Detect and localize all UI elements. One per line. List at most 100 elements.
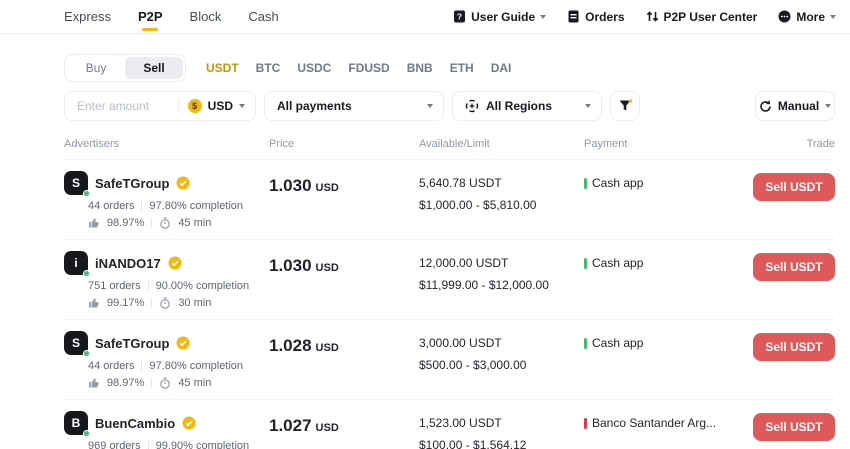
limit-range: $11,999.00 - $12,000.00 [419,278,549,292]
nav-tab-express[interactable]: Express [64,0,111,33]
col-advertisers: Advertisers [64,138,120,150]
advanced-filter-button[interactable] [610,91,640,121]
chevron-down-icon [825,104,832,108]
payment-method: Cash app [592,256,644,270]
regions-filter-dropdown[interactable]: All Regions [452,91,602,121]
payment-method: Cash app [592,176,644,190]
asset-tab-eth[interactable]: ETH [450,61,474,75]
payment-method: Banco Santander Arg... [592,416,717,430]
fiat-currency-select[interactable]: $ USD [179,99,255,113]
guide-book-icon: ? [453,10,466,23]
online-status-dot [83,190,90,197]
chevron-down-icon [540,14,547,19]
avatar[interactable]: S [64,171,90,197]
advertiser-name[interactable]: SafeTGroup [95,176,169,191]
asset-tab-fdusd[interactable]: FDUSD [348,61,389,75]
sell-usdt-button[interactable]: Sell USDT [753,173,835,201]
stopwatch-icon [159,297,171,309]
thumbs-up-icon [88,217,100,229]
advertiser-name[interactable]: iNANDO17 [95,256,161,271]
completion-rate: 97.80% completion [149,200,244,212]
sell-toggle[interactable]: Sell [125,57,183,79]
divider [151,378,153,388]
advertiser-name[interactable]: BuenCambio [95,416,175,431]
price-unit: USD [315,182,339,194]
asset-tab-dai[interactable]: DAI [491,61,512,75]
avatar[interactable]: S [64,331,90,357]
orders-link[interactable]: Orders [567,10,625,24]
chevron-down-icon [239,104,245,108]
asset-tab-usdt[interactable]: USDT [206,61,239,75]
sell-usdt-button[interactable]: Sell USDT [753,413,835,441]
user-center-icon [646,10,659,23]
price-cell: 1.030 USD [269,171,419,229]
divider [151,298,153,308]
divider [151,218,153,228]
available-limit-cell: 1,523.00 USDT $100.00 - $1,564.12 [419,411,584,449]
payment-method: Cash app [592,336,644,350]
payment-cell: Cash app [584,331,753,389]
divider [147,441,149,449]
available-limit-cell: 3,000.00 USDT $500.00 - $3,000.00 [419,331,584,389]
more-link[interactable]: More [778,10,836,24]
advertiser-cell: S SafeTGroup 44 orders 97.80% completion [64,171,269,229]
divider [141,201,143,211]
chevron-down-icon [427,104,433,108]
divider [147,281,149,291]
payment-cell: Cash app [584,171,753,229]
sell-usdt-button[interactable]: Sell USDT [753,253,835,281]
refresh-mode-dropdown[interactable]: Manual [755,91,835,121]
buy-toggle[interactable]: Buy [67,57,125,79]
buy-sell-toggle: Buy Sell [64,54,186,82]
price-cell: 1.027 USD [269,411,419,449]
nav-tab-block[interactable]: Block [190,0,222,33]
price-value: 1.027 [269,416,312,435]
available-amount: 1,523.00 USDT [419,416,502,430]
advertiser-list: S SafeTGroup 44 orders 97.80% completion [64,159,835,449]
p2p-user-center-link[interactable]: P2P User Center [646,10,757,24]
table-row: S SafeTGroup 44 orders 97.80% completion [64,159,835,239]
price-value: 1.030 [269,256,312,275]
amount-filter: $ USD [64,91,256,121]
advertiser-name[interactable]: SafeTGroup [95,336,169,351]
avatar[interactable]: i [64,251,90,277]
thumbs-up-icon [88,297,100,309]
refresh-icon [759,100,772,113]
completion-rate: 99.90% completion [155,440,250,449]
col-trade: Trade [806,138,835,150]
asset-tab-btc[interactable]: BTC [256,61,281,75]
nav-tabs: Express P2P Block Cash [64,0,279,33]
thumbs-up-icon [88,377,100,389]
positive-rating: 98.97% [107,217,145,229]
release-time: 45 min [178,377,212,389]
col-price: Price [269,138,295,150]
available-amount: 12,000.00 USDT [419,256,509,270]
avatar[interactable]: B [64,411,90,437]
more-circle-icon [778,10,791,23]
payments-filter-dropdown[interactable]: All payments [264,91,444,121]
amount-input[interactable] [65,99,178,113]
price-cell: 1.028 USD [269,331,419,389]
sell-usdt-button[interactable]: Sell USDT [753,333,835,361]
user-guide-link[interactable]: ? User Guide [453,10,547,24]
payment-color-bar [584,177,587,189]
order-count: 44 orders [88,200,135,212]
stopwatch-icon [159,217,171,229]
stopwatch-icon [159,377,171,389]
release-time: 30 min [178,297,212,309]
price-value: 1.030 [269,176,312,195]
trade-cell: Sell USDT [753,331,835,389]
nav-links: ? User Guide Orders P2P User Center More [453,10,836,24]
col-payment: Payment [584,138,628,150]
asset-tab-bnb[interactable]: BNB [407,61,433,75]
nav-tab-cash[interactable]: Cash [248,0,278,33]
asset-tab-usdc[interactable]: USDC [297,61,331,75]
price-value: 1.028 [269,336,312,355]
verified-badge-icon [176,336,190,350]
nav-tab-p2p[interactable]: P2P [138,0,163,33]
available-limit-cell: 12,000.00 USDT $11,999.00 - $12,000.00 [419,251,584,309]
available-amount: 3,000.00 USDT [419,336,502,350]
price-cell: 1.030 USD [269,251,419,309]
svg-text:?: ? [457,12,462,22]
trade-cell: Sell USDT [753,171,835,229]
